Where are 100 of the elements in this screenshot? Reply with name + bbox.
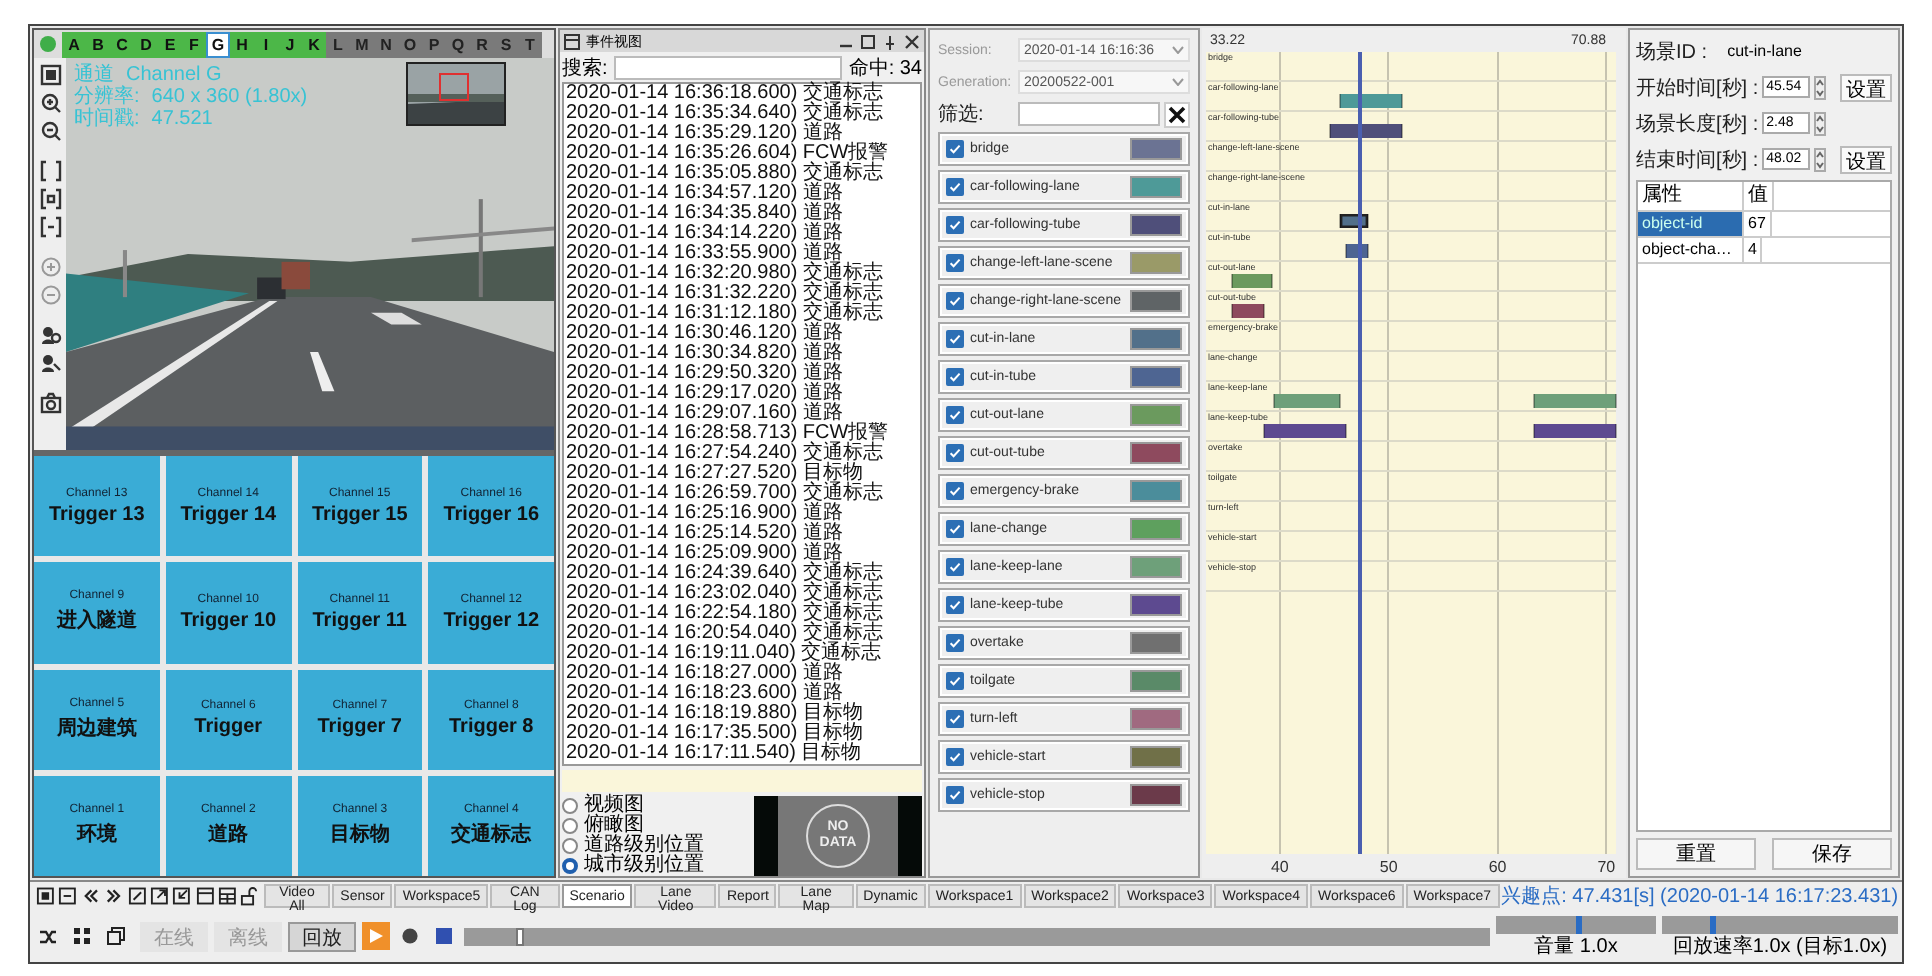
radio-button[interactable] <box>562 798 578 814</box>
event-item[interactable]: 2020-01-14 16:26:59.700) 交通标志 <box>566 484 918 504</box>
bar-handle[interactable] <box>1230 304 1233 318</box>
frame-icon[interactable] <box>39 160 61 182</box>
bar-handle[interactable] <box>1339 394 1342 408</box>
slider-track[interactable] <box>464 927 1490 945</box>
event-item[interactable]: 2020-01-14 16:22:54.180) 交通标志 <box>566 604 918 624</box>
event-item[interactable]: 2020-01-14 16:27:54.240) 交通标志 <box>566 444 918 464</box>
event-item[interactable]: 2020-01-14 16:25:14.520) 道路 <box>566 524 918 544</box>
channel-tab[interactable]: D <box>134 31 158 57</box>
spinner-icon[interactable] <box>1814 147 1827 171</box>
close-icon[interactable] <box>904 33 920 49</box>
radio-label[interactable]: 道路级别位置 <box>584 836 704 856</box>
slider-track[interactable] <box>1496 915 1656 933</box>
filter-field[interactable] <box>1018 102 1160 126</box>
event-item[interactable]: 2020-01-14 16:29:50.320) 道路 <box>566 364 918 384</box>
event-item[interactable]: 2020-01-14 16:30:34.820) 道路 <box>566 344 918 364</box>
channel-tab[interactable]: C <box>110 31 134 57</box>
slider-track[interactable] <box>1662 915 1898 933</box>
radio-label[interactable]: 城市级别位置 <box>584 856 704 876</box>
action-button[interactable]: 重置 <box>1636 838 1756 870</box>
event-item[interactable]: 2020-01-14 16:27:27.520) 目标物 <box>566 464 918 484</box>
bar-handle[interactable] <box>1366 214 1369 228</box>
bar-handle[interactable] <box>1272 394 1275 408</box>
checkbox[interactable] <box>946 406 964 424</box>
event-item[interactable]: 2020-01-14 16:17:11.540) 目标物 <box>566 744 918 764</box>
frame-icon[interactable] <box>39 216 61 238</box>
table-cell[interactable]: object-cha… <box>1638 238 1744 262</box>
event-item[interactable]: 2020-01-14 16:25:09.900) 道路 <box>566 544 918 564</box>
checkbox[interactable] <box>946 596 964 614</box>
checkbox[interactable] <box>946 558 964 576</box>
frame-icon[interactable] <box>39 188 61 210</box>
rewind-icon[interactable] <box>81 886 101 906</box>
clear-button[interactable] <box>1164 101 1190 127</box>
maximize-icon[interactable] <box>860 33 876 49</box>
checkbox[interactable] <box>946 330 964 348</box>
checkbox[interactable] <box>946 254 964 272</box>
unlock-icon[interactable] <box>240 886 260 906</box>
channel-tab[interactable]: M <box>350 31 374 57</box>
checkbox[interactable] <box>946 672 964 690</box>
event-item[interactable]: 2020-01-14 16:24:39.640) 交通标志 <box>566 564 918 584</box>
event-item[interactable]: 2020-01-14 16:31:12.180) 交通标志 <box>566 304 918 324</box>
channel-tab[interactable]: K <box>302 31 326 57</box>
table-cell[interactable]: 4 <box>1744 238 1763 262</box>
minimize-icon[interactable] <box>58 886 78 906</box>
event-item[interactable]: 2020-01-14 16:25:16.900) 道路 <box>566 504 918 524</box>
event-item[interactable]: 2020-01-14 16:29:07.160) 道路 <box>566 404 918 424</box>
restore-icon[interactable] <box>36 886 55 906</box>
pin-icon[interactable] <box>882 33 898 49</box>
bar-handle[interactable] <box>1230 274 1233 288</box>
bar-handle[interactable] <box>1533 394 1536 408</box>
bar-handle[interactable] <box>1366 244 1369 258</box>
table-cell[interactable]: object-id <box>1638 212 1744 236</box>
event-item[interactable]: 2020-01-14 16:18:27.000) 道路 <box>566 664 918 684</box>
checkbox[interactable] <box>946 710 964 728</box>
search-field[interactable] <box>613 55 843 79</box>
bar-handle[interactable] <box>1262 424 1265 438</box>
channel-tab[interactable]: B <box>86 31 110 57</box>
event-item[interactable]: 2020-01-14 16:34:35.840) 道路 <box>566 204 918 224</box>
channel-tab[interactable]: P <box>422 31 446 57</box>
table-cell[interactable]: 67 <box>1744 212 1772 236</box>
slider-thumb[interactable] <box>515 927 524 945</box>
checkbox[interactable] <box>946 368 964 386</box>
event-item[interactable]: 2020-01-14 16:35:34.640) 交通标志 <box>566 104 918 124</box>
event-item[interactable]: 2020-01-14 16:34:14.220) 道路 <box>566 224 918 244</box>
checkbox[interactable] <box>946 634 964 652</box>
event-item[interactable]: 2020-01-14 16:34:57.120) 道路 <box>566 184 918 204</box>
bar-handle[interactable] <box>1615 394 1617 408</box>
bar-handle[interactable] <box>1533 424 1536 438</box>
event-item[interactable]: 2020-01-14 16:28:58.713) FCW报警 <box>566 424 918 444</box>
channel-tab[interactable]: F <box>182 31 206 57</box>
checkbox[interactable] <box>946 786 964 804</box>
event-item[interactable]: 2020-01-14 16:20:54.040) 交通标志 <box>566 624 918 644</box>
channel-tab[interactable]: I <box>254 31 278 57</box>
channel-tab[interactable]: T <box>518 31 542 57</box>
camera-icon[interactable] <box>39 392 61 414</box>
event-item[interactable]: 2020-01-14 16:32:20.980) 交通标志 <box>566 264 918 284</box>
channel-tab[interactable]: G <box>206 31 230 57</box>
bar-handle[interactable] <box>1339 214 1342 228</box>
radio-label[interactable]: 俯瞰图 <box>584 816 644 836</box>
channel-tab[interactable]: L <box>326 31 350 57</box>
channel-tab[interactable]: R <box>470 31 494 57</box>
bar-handle[interactable] <box>1271 274 1274 288</box>
radio-button[interactable] <box>562 838 578 854</box>
event-item[interactable]: 2020-01-14 16:30:46.120) 道路 <box>566 324 918 344</box>
channel-tab[interactable]: S <box>494 31 518 57</box>
checkbox[interactable] <box>946 444 964 462</box>
event-item[interactable]: 2020-01-14 16:23:02.040) 交通标志 <box>566 584 918 604</box>
import-icon[interactable] <box>172 886 192 906</box>
set-button[interactable]: 设置 <box>1840 145 1892 173</box>
spinner-icon[interactable] <box>1814 75 1827 99</box>
event-item[interactable]: 2020-01-14 16:33:55.900) 道路 <box>566 244 918 264</box>
event-item[interactable]: 2020-01-14 16:17:35.500) 目标物 <box>566 724 918 744</box>
forward-icon[interactable] <box>104 886 123 906</box>
slider-thumb[interactable] <box>1709 915 1716 933</box>
channel-tab[interactable]: N <box>374 31 398 57</box>
channel-tab[interactable]: Q <box>446 31 470 57</box>
timeline-bar[interactable] <box>1231 304 1264 318</box>
checkbox[interactable] <box>946 216 964 234</box>
checkbox[interactable] <box>946 178 964 196</box>
